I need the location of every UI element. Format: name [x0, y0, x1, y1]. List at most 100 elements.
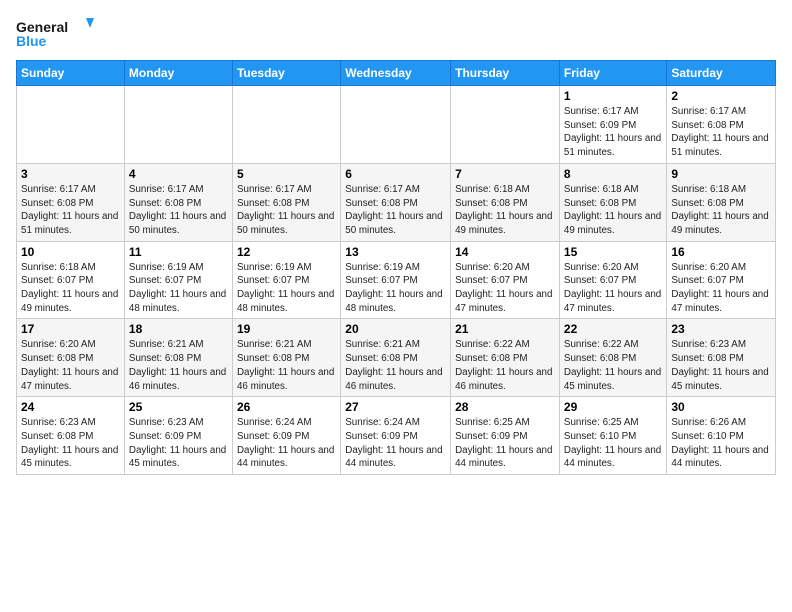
day-info: Sunrise: 6:20 AM Sunset: 6:07 PM Dayligh…: [671, 261, 771, 316]
calendar-cell: 29 Sunrise: 6:25 AM Sunset: 6:10 PM Dayli…: [559, 397, 666, 475]
calendar-cell: 19 Sunrise: 6:21 AM Sunset: 6:08 PM Dayli…: [232, 319, 340, 397]
calendar-cell: [451, 86, 560, 164]
day-number: 4: [129, 167, 228, 181]
weekday-header: Tuesday: [232, 61, 340, 86]
day-number: 14: [455, 245, 555, 259]
day-number: 21: [455, 322, 555, 336]
weekday-header: Saturday: [667, 61, 776, 86]
page-header: GeneralBlue: [16, 16, 776, 52]
calendar-cell: [232, 86, 340, 164]
weekday-header-row: SundayMondayTuesdayWednesdayThursdayFrid…: [17, 61, 776, 86]
day-number: 29: [564, 400, 662, 414]
calendar-cell: 13 Sunrise: 6:19 AM Sunset: 6:07 PM Dayli…: [341, 241, 451, 319]
day-number: 2: [671, 89, 771, 103]
weekday-header: Monday: [124, 61, 232, 86]
calendar-cell: 2 Sunrise: 6:17 AM Sunset: 6:08 PM Daylig…: [667, 86, 776, 164]
day-info: Sunrise: 6:23 AM Sunset: 6:08 PM Dayligh…: [21, 416, 120, 471]
calendar-cell: 14Sunrise: 6:20 AM Sunset: 6:07 PM Dayli…: [451, 241, 560, 319]
calendar-cell: 9 Sunrise: 6:18 AM Sunset: 6:08 PM Daylig…: [667, 163, 776, 241]
calendar-table: SundayMondayTuesdayWednesdayThursdayFrid…: [16, 60, 776, 475]
day-info: Sunrise: 6:18 AM Sunset: 6:08 PM Dayligh…: [671, 183, 771, 238]
day-number: 20: [345, 322, 446, 336]
day-number: 24: [21, 400, 120, 414]
calendar-cell: [341, 86, 451, 164]
day-info: Sunrise: 6:17 AM Sunset: 6:08 PM Dayligh…: [129, 183, 228, 238]
day-number: 8: [564, 167, 662, 181]
day-info: Sunrise: 6:23 AM Sunset: 6:09 PM Dayligh…: [129, 416, 228, 471]
calendar-cell: 6Sunrise: 6:17 AM Sunset: 6:08 PM Daylig…: [341, 163, 451, 241]
calendar-cell: 26 Sunrise: 6:24 AM Sunset: 6:09 PM Dayli…: [232, 397, 340, 475]
weekday-header: Friday: [559, 61, 666, 86]
calendar-cell: 27Sunrise: 6:24 AM Sunset: 6:09 PM Dayli…: [341, 397, 451, 475]
day-number: 26: [237, 400, 336, 414]
day-info: Sunrise: 6:25 AM Sunset: 6:10 PM Dayligh…: [564, 416, 662, 471]
day-number: 15: [564, 245, 662, 259]
calendar-cell: 24 Sunrise: 6:23 AM Sunset: 6:08 PM Dayli…: [17, 397, 125, 475]
day-info: Sunrise: 6:18 AM Sunset: 6:08 PM Dayligh…: [455, 183, 555, 238]
day-number: 17: [21, 322, 120, 336]
day-number: 18: [129, 322, 228, 336]
day-info: Sunrise: 6:19 AM Sunset: 6:07 PM Dayligh…: [237, 261, 336, 316]
calendar-cell: 25 Sunrise: 6:23 AM Sunset: 6:09 PM Dayli…: [124, 397, 232, 475]
day-info: Sunrise: 6:25 AM Sunset: 6:09 PM Dayligh…: [455, 416, 555, 471]
day-number: 12: [237, 245, 336, 259]
day-info: Sunrise: 6:19 AM Sunset: 6:07 PM Dayligh…: [345, 261, 446, 316]
calendar-cell: 8 Sunrise: 6:18 AM Sunset: 6:08 PM Daylig…: [559, 163, 666, 241]
day-number: 13: [345, 245, 446, 259]
calendar-cell: 30Sunrise: 6:26 AM Sunset: 6:10 PM Dayli…: [667, 397, 776, 475]
day-info: Sunrise: 6:22 AM Sunset: 6:08 PM Dayligh…: [455, 338, 555, 393]
day-number: 10: [21, 245, 120, 259]
day-number: 19: [237, 322, 336, 336]
calendar-week-row: 10 Sunrise: 6:18 AM Sunset: 6:07 PM Dayli…: [17, 241, 776, 319]
day-info: Sunrise: 6:24 AM Sunset: 6:09 PM Dayligh…: [237, 416, 336, 471]
calendar-week-row: 3 Sunrise: 6:17 AM Sunset: 6:08 PM Daylig…: [17, 163, 776, 241]
weekday-header: Wednesday: [341, 61, 451, 86]
calendar-cell: 1 Sunrise: 6:17 AM Sunset: 6:09 PM Daylig…: [559, 86, 666, 164]
day-number: 5: [237, 167, 336, 181]
calendar-cell: 15 Sunrise: 6:20 AM Sunset: 6:07 PM Dayli…: [559, 241, 666, 319]
day-number: 9: [671, 167, 771, 181]
calendar-cell: 22 Sunrise: 6:22 AM Sunset: 6:08 PM Dayli…: [559, 319, 666, 397]
calendar-cell: 11Sunrise: 6:19 AM Sunset: 6:07 PM Dayli…: [124, 241, 232, 319]
day-info: Sunrise: 6:17 AM Sunset: 6:09 PM Dayligh…: [564, 105, 662, 160]
day-info: Sunrise: 6:21 AM Sunset: 6:08 PM Dayligh…: [237, 338, 336, 393]
logo: GeneralBlue: [16, 16, 96, 52]
day-info: Sunrise: 6:20 AM Sunset: 6:08 PM Dayligh…: [21, 338, 120, 393]
calendar-cell: 17 Sunrise: 6:20 AM Sunset: 6:08 PM Dayli…: [17, 319, 125, 397]
svg-text:Blue: Blue: [16, 33, 47, 49]
day-info: Sunrise: 6:24 AM Sunset: 6:09 PM Dayligh…: [345, 416, 446, 471]
weekday-header: Thursday: [451, 61, 560, 86]
day-info: Sunrise: 6:21 AM Sunset: 6:08 PM Dayligh…: [345, 338, 446, 393]
day-number: 22: [564, 322, 662, 336]
day-info: Sunrise: 6:18 AM Sunset: 6:07 PM Dayligh…: [21, 261, 120, 316]
logo-svg: GeneralBlue: [16, 16, 96, 52]
calendar-cell: 10 Sunrise: 6:18 AM Sunset: 6:07 PM Dayli…: [17, 241, 125, 319]
day-info: Sunrise: 6:22 AM Sunset: 6:08 PM Dayligh…: [564, 338, 662, 393]
calendar-cell: 5 Sunrise: 6:17 AM Sunset: 6:08 PM Daylig…: [232, 163, 340, 241]
day-number: 16: [671, 245, 771, 259]
calendar-cell: 12 Sunrise: 6:19 AM Sunset: 6:07 PM Dayli…: [232, 241, 340, 319]
calendar-cell: [124, 86, 232, 164]
calendar-cell: 28Sunrise: 6:25 AM Sunset: 6:09 PM Dayli…: [451, 397, 560, 475]
day-info: Sunrise: 6:18 AM Sunset: 6:08 PM Dayligh…: [564, 183, 662, 238]
calendar-cell: 4 Sunrise: 6:17 AM Sunset: 6:08 PM Daylig…: [124, 163, 232, 241]
day-info: Sunrise: 6:17 AM Sunset: 6:08 PM Dayligh…: [21, 183, 120, 238]
calendar-cell: 16 Sunrise: 6:20 AM Sunset: 6:07 PM Dayli…: [667, 241, 776, 319]
day-info: Sunrise: 6:26 AM Sunset: 6:10 PM Dayligh…: [671, 416, 771, 471]
day-info: Sunrise: 6:20 AM Sunset: 6:07 PM Dayligh…: [564, 261, 662, 316]
day-info: Sunrise: 6:17 AM Sunset: 6:08 PM Dayligh…: [345, 183, 446, 238]
calendar-cell: 3 Sunrise: 6:17 AM Sunset: 6:08 PM Daylig…: [17, 163, 125, 241]
calendar-cell: 18 Sunrise: 6:21 AM Sunset: 6:08 PM Dayli…: [124, 319, 232, 397]
day-number: 25: [129, 400, 228, 414]
day-info: Sunrise: 6:17 AM Sunset: 6:08 PM Dayligh…: [671, 105, 771, 160]
weekday-header: Sunday: [17, 61, 125, 86]
day-info: Sunrise: 6:21 AM Sunset: 6:08 PM Dayligh…: [129, 338, 228, 393]
day-info: Sunrise: 6:17 AM Sunset: 6:08 PM Dayligh…: [237, 183, 336, 238]
calendar-cell: 7Sunrise: 6:18 AM Sunset: 6:08 PM Daylig…: [451, 163, 560, 241]
day-number: 1: [564, 89, 662, 103]
calendar-week-row: 24 Sunrise: 6:23 AM Sunset: 6:08 PM Dayli…: [17, 397, 776, 475]
calendar-week-row: 17 Sunrise: 6:20 AM Sunset: 6:08 PM Dayli…: [17, 319, 776, 397]
day-number: 3: [21, 167, 120, 181]
calendar-cell: [17, 86, 125, 164]
day-number: 23: [671, 322, 771, 336]
